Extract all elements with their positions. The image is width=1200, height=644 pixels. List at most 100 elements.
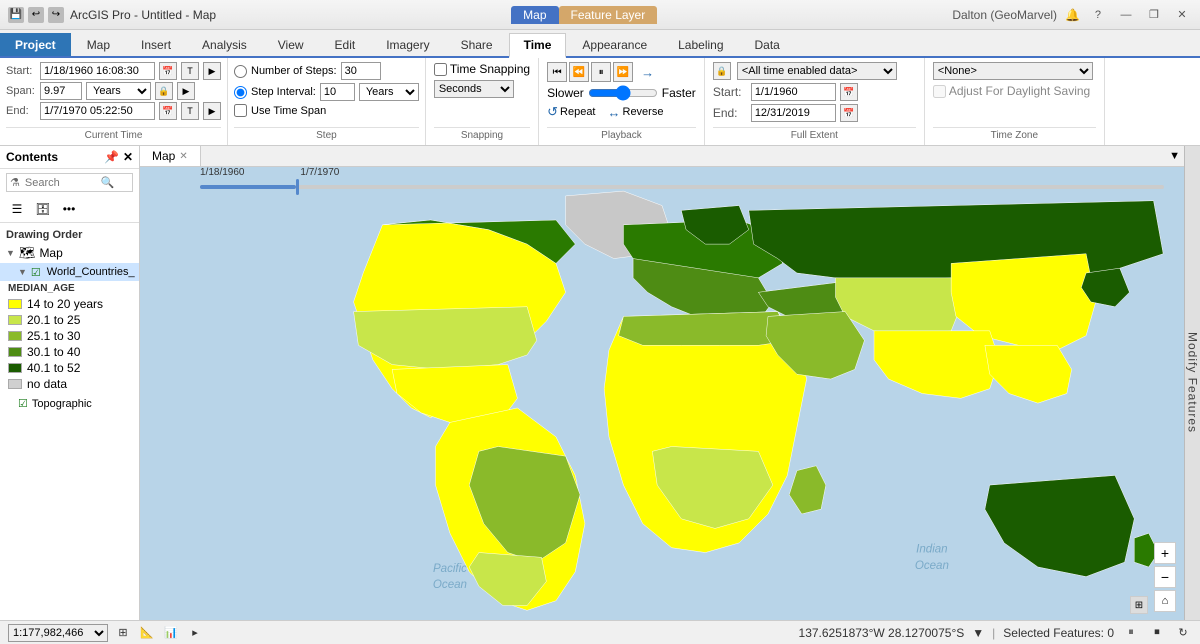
undo-icon[interactable]: ↩: [28, 7, 44, 23]
tab-imagery[interactable]: Imagery: [371, 33, 444, 56]
current-time-group: Start: 📅 T ▶ Span: Years 🔒 ▶ End:: [0, 58, 228, 145]
legend-color-3: [8, 347, 22, 357]
search-input[interactable]: [23, 175, 98, 191]
start-arrow-icon[interactable]: ▶: [203, 62, 221, 80]
map-layer-item[interactable]: ▼ 🗺 Map: [0, 243, 139, 263]
tab-labeling[interactable]: Labeling: [663, 33, 738, 56]
play-pause-button[interactable]: ⏸: [591, 62, 611, 82]
step-interval-input[interactable]: [320, 83, 355, 101]
topographic-checkbox[interactable]: ☑: [18, 397, 28, 410]
scale-select[interactable]: 1:177,982,466: [8, 624, 108, 642]
more-icon[interactable]: •••: [58, 198, 80, 220]
full-end-input[interactable]: [751, 104, 836, 122]
end-row: End: 📅 T ▶: [6, 102, 221, 120]
start-input[interactable]: [40, 62, 155, 80]
tab-map[interactable]: Map: [72, 33, 125, 56]
play-forward-button[interactable]: ⏩: [613, 62, 633, 82]
time-snapping-checkbox[interactable]: [434, 63, 447, 76]
num-steps-row: Number of Steps:: [234, 62, 419, 80]
grid-view-icon[interactable]: ⊞: [114, 624, 132, 642]
start-calendar-icon[interactable]: 📅: [159, 62, 177, 80]
snapping-footer: Snapping: [434, 127, 530, 141]
chart-icon[interactable]: 📊: [162, 624, 180, 642]
stop-button[interactable]: ⏹: [1148, 624, 1166, 642]
redo-icon[interactable]: ↪: [48, 7, 64, 23]
close-button[interactable]: ✕: [1172, 7, 1192, 23]
map-title-tab[interactable]: Map: [511, 6, 558, 24]
snapping-unit-select[interactable]: Seconds: [434, 80, 514, 98]
use-time-span-checkbox[interactable]: [234, 104, 247, 117]
map-tab[interactable]: Map ✕: [140, 146, 201, 166]
tab-time[interactable]: Time: [509, 33, 567, 58]
step-unit-select[interactable]: Years: [359, 83, 419, 101]
world-countries-layer-item[interactable]: ▼ ☑ World_Countries_: [0, 263, 139, 281]
search-box: ⚗ 🔍: [6, 173, 133, 192]
contents-toolbar: ☰ 🗄 •••: [0, 196, 139, 223]
time-slider-thumb[interactable]: [296, 179, 299, 195]
speed-slider[interactable]: [588, 85, 658, 101]
tab-project[interactable]: Project: [0, 33, 71, 56]
full-start-input[interactable]: [751, 83, 836, 101]
direction-select[interactable]: <All time enabled data>: [737, 62, 897, 80]
home-button[interactable]: ⌂: [1154, 590, 1176, 612]
end-arrow-icon[interactable]: ▶: [203, 102, 221, 120]
lock-direction-icon[interactable]: 🔒: [713, 62, 731, 80]
modify-features-panel[interactable]: Modify Features: [1184, 146, 1200, 620]
title-bar: 💾 ↩ ↪ ArcGIS Pro - Untitled - Map Map Fe…: [0, 0, 1200, 30]
tab-share[interactable]: Share: [446, 33, 508, 56]
end-calendar-icon[interactable]: 📅: [159, 102, 177, 120]
zoom-in-button[interactable]: +: [1154, 542, 1176, 564]
play-back-button[interactable]: ⏪: [569, 62, 589, 82]
status-separator: |: [992, 626, 995, 640]
play-back-start-button[interactable]: ⏮: [547, 62, 567, 82]
search-icon[interactable]: 🔍: [98, 174, 118, 191]
full-end-calendar-icon[interactable]: 📅: [840, 104, 858, 122]
pin-icon[interactable]: 📌: [104, 150, 119, 164]
tab-edit[interactable]: Edit: [320, 33, 371, 56]
num-steps-input[interactable]: [341, 62, 381, 80]
world-map-svg: Atlantic Ocean Pacific Ocean Pacific Oce…: [140, 167, 1184, 620]
end-clock-icon[interactable]: T: [181, 102, 199, 120]
timezone-select[interactable]: <None>: [933, 62, 1093, 80]
tab-view[interactable]: View: [263, 33, 319, 56]
measure-icon[interactable]: 📐: [138, 624, 156, 642]
step-interval-radio[interactable]: [234, 86, 247, 99]
tab-analysis[interactable]: Analysis: [187, 33, 262, 56]
tab-insert[interactable]: Insert: [126, 33, 186, 56]
table-view-icon[interactable]: 🗄: [32, 198, 54, 220]
list-view-icon[interactable]: ☰: [6, 198, 28, 220]
save-icon[interactable]: 💾: [8, 7, 24, 23]
map-container[interactable]: 1/18/1960 1/7/1970 Atlantic Ocean Pacifi…: [140, 167, 1184, 620]
map-bottom-right-icons: ⊞: [1130, 596, 1148, 614]
restore-button[interactable]: ❐: [1144, 7, 1164, 23]
full-start-calendar-icon[interactable]: 📅: [840, 83, 858, 101]
modify-features-label: Modify Features: [1186, 332, 1200, 433]
span-arrow-icon[interactable]: ▶: [177, 82, 195, 100]
map-tab-close[interactable]: ✕: [179, 151, 187, 162]
snapping-fields: Time Snapping Seconds: [434, 62, 530, 125]
num-steps-radio[interactable]: [234, 65, 247, 78]
pause-button[interactable]: ⏸: [1122, 624, 1140, 642]
minimize-button[interactable]: —: [1116, 7, 1136, 23]
contents-header: Contents 📌 ✕: [0, 146, 139, 169]
lock-icon[interactable]: 🔒: [155, 82, 173, 100]
play-status-icon[interactable]: ▸: [186, 624, 204, 642]
span-input[interactable]: [40, 82, 82, 100]
span-unit-select[interactable]: Years: [86, 82, 151, 100]
tab-data[interactable]: Data: [740, 33, 795, 56]
indian-ocean-label: Indian: [916, 544, 947, 556]
feature-layer-title-tab[interactable]: Feature Layer: [559, 6, 658, 24]
topographic-layer-item[interactable]: ☑ Topographic: [0, 395, 139, 412]
tab-appearance[interactable]: Appearance: [567, 33, 662, 56]
end-input[interactable]: [40, 102, 155, 120]
contents-close-icon[interactable]: ✕: [123, 150, 133, 164]
refresh-button[interactable]: ↻: [1174, 624, 1192, 642]
scroll-down-arrow[interactable]: ▼: [1165, 148, 1184, 164]
start-clock-icon[interactable]: T: [181, 62, 199, 80]
zoom-out-button[interactable]: −: [1154, 566, 1176, 588]
title-bar-right: Dalton (GeoMarvel) 🔔 ? — ❐ ✕: [952, 7, 1192, 23]
timezone-footer: Time Zone: [933, 127, 1096, 141]
grid-icon[interactable]: ⊞: [1130, 596, 1148, 614]
world-checkbox[interactable]: ☑: [31, 266, 41, 279]
help-button[interactable]: ?: [1088, 7, 1108, 23]
